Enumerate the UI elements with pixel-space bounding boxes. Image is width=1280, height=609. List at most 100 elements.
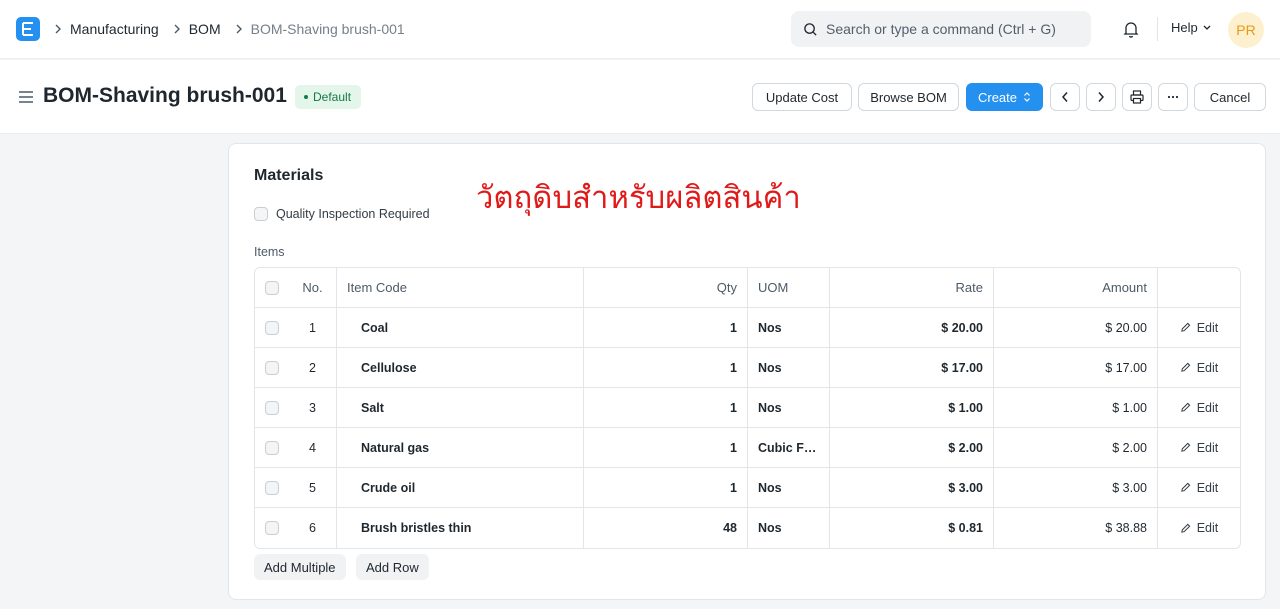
edit-row-button[interactable]: Edit <box>1158 308 1240 347</box>
row-checkbox[interactable] <box>265 480 279 495</box>
breadcrumb-manufacturing[interactable]: Manufacturing <box>70 21 159 37</box>
row-checkbox[interactable] <box>265 440 279 455</box>
uom-cell[interactable]: Nos <box>748 308 830 347</box>
column-header-rate: Rate <box>830 268 994 307</box>
qty-cell[interactable]: 1 <box>584 468 748 507</box>
row-checkbox[interactable] <box>265 521 279 535</box>
qty-cell[interactable]: 1 <box>584 428 748 467</box>
materials-card: Materials วัตถุดิบสำหรับผลิตสินค้า Quali… <box>228 143 1266 600</box>
create-button[interactable]: Create <box>966 83 1043 111</box>
avatar[interactable]: PR <box>1228 12 1264 48</box>
chevron-down-icon <box>1203 25 1211 30</box>
item-code-cell[interactable]: Coal <box>337 308 584 347</box>
divider <box>1157 17 1158 41</box>
pencil-icon <box>1180 523 1191 533</box>
quality-inspection-checkbox[interactable] <box>254 207 268 221</box>
search-bar[interactable] <box>791 11 1091 47</box>
chevron-up-down-icon <box>1024 92 1030 102</box>
qty-cell[interactable]: 1 <box>584 388 748 427</box>
more-actions-button[interactable] <box>1158 83 1188 111</box>
item-code-cell[interactable]: Natural gas <box>337 428 584 467</box>
row-checkbox[interactable] <box>265 320 279 335</box>
row-checkbox[interactable] <box>265 400 279 415</box>
more-horizontal-icon <box>1167 95 1179 99</box>
qty-cell[interactable]: 1 <box>584 348 748 387</box>
navbar: Manufacturing BOM BOM-Shaving brush-001 … <box>0 0 1280 59</box>
uom-value: Nos <box>758 400 782 415</box>
print-button[interactable] <box>1122 83 1152 111</box>
update-cost-button[interactable]: Update Cost <box>752 83 852 111</box>
table-row[interactable]: 6 Brush bristles thin 48 Nos $ 0.81 $ 38… <box>255 508 1240 548</box>
uom-value: Nos <box>758 360 782 375</box>
column-header-no: No. <box>289 268 337 307</box>
breadcrumb-current[interactable]: BOM-Shaving brush-001 <box>251 21 405 37</box>
notification-bell-icon[interactable] <box>1121 19 1141 39</box>
row-checkbox[interactable] <box>265 360 279 375</box>
qty-cell[interactable]: 1 <box>584 308 748 347</box>
column-header-item-code: Item Code <box>337 268 584 307</box>
rate-cell[interactable]: $ 2.00 <box>830 428 994 467</box>
quality-inspection-label: Quality Inspection Required <box>276 207 430 221</box>
pencil-icon <box>1180 322 1191 332</box>
uom-cell[interactable]: Nos <box>748 508 830 548</box>
breadcrumb-bom[interactable]: BOM <box>189 21 221 37</box>
pencil-icon <box>1180 402 1191 412</box>
table-row[interactable]: 5 Crude oil 1 Nos $ 3.00 $ 3.00 Edit <box>255 468 1240 508</box>
pencil-icon <box>1180 362 1191 372</box>
cancel-button[interactable]: Cancel <box>1194 83 1266 111</box>
status-dot-icon <box>304 95 308 99</box>
rate-cell[interactable]: $ 3.00 <box>830 468 994 507</box>
amount-cell: $ 2.00 <box>994 428 1158 467</box>
item-code-cell[interactable]: Cellulose <box>337 348 584 387</box>
help-dropdown[interactable]: Help <box>1171 20 1212 35</box>
table-row[interactable]: 4 Natural gas 1 Cubic Fo... $ 2.00 $ 2.0… <box>255 428 1240 468</box>
select-all-checkbox[interactable] <box>265 280 279 295</box>
uom-cell[interactable]: Nos <box>748 388 830 427</box>
table-row[interactable]: 3 Salt 1 Nos $ 1.00 $ 1.00 Edit <box>255 388 1240 428</box>
search-input[interactable] <box>826 21 1076 37</box>
quality-inspection-field[interactable]: Quality Inspection Required <box>254 207 430 221</box>
add-multiple-button[interactable]: Add Multiple <box>254 554 346 580</box>
rate-cell[interactable]: $ 1.00 <box>830 388 994 427</box>
item-code-cell[interactable]: Salt <box>337 388 584 427</box>
edit-row-button[interactable]: Edit <box>1158 388 1240 427</box>
help-label: Help <box>1171 20 1198 35</box>
previous-record-button[interactable] <box>1050 83 1080 111</box>
uom-value: Nos <box>758 521 782 535</box>
rate-cell[interactable]: $ 17.00 <box>830 348 994 387</box>
annotation-text: วัตถุดิบสำหรับผลิตสินค้า <box>476 180 801 216</box>
edit-label: Edit <box>1196 521 1219 535</box>
app-logo-icon[interactable] <box>16 17 40 41</box>
qty-cell[interactable]: 48 <box>584 508 748 548</box>
browse-bom-button[interactable]: Browse BOM <box>858 83 959 111</box>
pencil-icon <box>1180 482 1191 492</box>
column-header-uom: UOM <box>748 268 830 307</box>
edit-label: Edit <box>1196 360 1219 375</box>
table-row[interactable]: 1 Coal 1 Nos $ 20.00 $ 20.00 Edit <box>255 308 1240 348</box>
column-header-amount: Amount <box>994 268 1158 307</box>
sidebar-toggle-icon[interactable] <box>18 90 34 104</box>
edit-row-button[interactable]: Edit <box>1158 508 1240 548</box>
rate-cell[interactable]: $ 20.00 <box>830 308 994 347</box>
row-number: 3 <box>289 388 337 427</box>
rate-cell[interactable]: $ 0.81 <box>830 508 994 548</box>
table-row[interactable]: 2 Cellulose 1 Nos $ 17.00 $ 17.00 Edit <box>255 348 1240 388</box>
next-record-button[interactable] <box>1086 83 1116 111</box>
add-row-button[interactable]: Add Row <box>356 554 429 580</box>
breadcrumb: Manufacturing BOM BOM-Shaving brush-001 <box>54 19 419 39</box>
uom-value: Cubic Fo... <box>758 440 819 455</box>
uom-cell[interactable]: Nos <box>748 468 830 507</box>
edit-label: Edit <box>1196 400 1219 415</box>
edit-row-button[interactable]: Edit <box>1158 468 1240 507</box>
edit-row-button[interactable]: Edit <box>1158 428 1240 467</box>
item-code-cell[interactable]: Crude oil <box>337 468 584 507</box>
uom-cell[interactable]: Nos <box>748 348 830 387</box>
uom-cell[interactable]: Cubic Fo... <box>748 428 830 467</box>
amount-cell: $ 1.00 <box>994 388 1158 427</box>
row-number: 4 <box>289 428 337 467</box>
edit-label: Edit <box>1196 440 1219 455</box>
printer-icon <box>1130 90 1144 104</box>
edit-row-button[interactable]: Edit <box>1158 348 1240 387</box>
item-code-cell[interactable]: Brush bristles thin <box>337 508 584 548</box>
chevron-left-icon <box>1061 92 1068 102</box>
